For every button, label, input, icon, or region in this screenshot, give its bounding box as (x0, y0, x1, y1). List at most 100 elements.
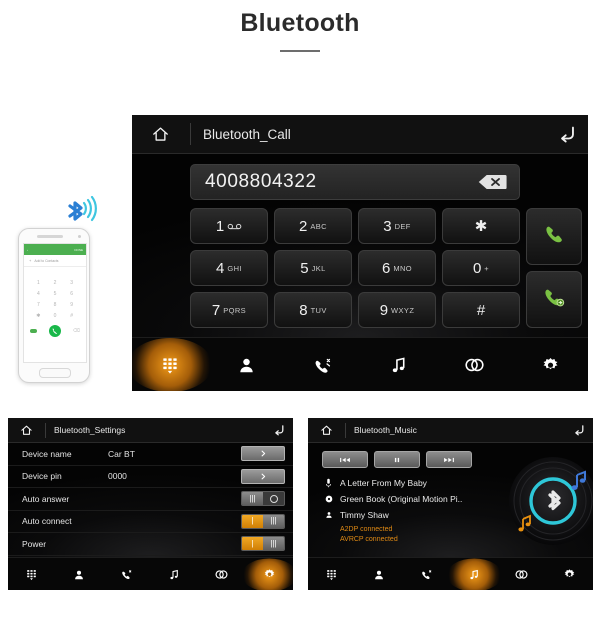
key-8[interactable]: 8 TUV (274, 292, 352, 328)
back-icon[interactable] (272, 423, 286, 437)
key-0[interactable]: 0 + (442, 250, 520, 286)
settings-tabbar (8, 557, 293, 590)
person-icon (324, 511, 333, 519)
tab-settings[interactable] (253, 564, 285, 586)
gear-icon (564, 569, 575, 578)
settings-row-auto-connect[interactable]: Auto connect | ||| (8, 511, 293, 533)
tab-settings[interactable] (525, 347, 575, 383)
phone-sim-indicator (29, 329, 37, 333)
dial-button[interactable] (526, 208, 582, 265)
tab-call-history[interactable] (411, 564, 443, 586)
toggle-bar-side: ||| (242, 492, 263, 506)
key-1[interactable]: 1 (190, 208, 268, 244)
row-label: Device name (22, 448, 72, 459)
chevron-right-icon[interactable] (241, 468, 285, 484)
phone-key: 5 (53, 291, 57, 297)
previous-icon (340, 457, 350, 462)
keypad-icon (27, 570, 37, 581)
tab-contacts[interactable] (221, 347, 271, 383)
number-display[interactable]: 4008804322 (190, 164, 520, 200)
avrcp-status: AVRCP connected (340, 535, 398, 543)
key-2[interactable]: 2 ABC (274, 208, 352, 244)
chevron-right-icon[interactable] (241, 446, 285, 462)
call-history-icon (315, 358, 330, 373)
phone-screen: ‹ DONE + Add to Contacts 1 2 3 4 5 6 7 8… (23, 243, 87, 363)
settings-row-device-pin[interactable]: Device pin 0000 (8, 466, 293, 488)
music-status: A2DP connected AVRCP connected (340, 525, 398, 544)
settings-body: Device name Car BT Device pin 0000 Auto … (8, 443, 293, 557)
music-note-icon (170, 569, 179, 579)
artist-name: Timmy Shaw (340, 510, 389, 520)
link-icon (515, 570, 528, 579)
title-divider (280, 49, 320, 52)
toggle-off-side: ||| (263, 537, 284, 551)
settings-row-auto-answer[interactable]: Auto answer ||| (8, 488, 293, 511)
tab-keypad[interactable] (16, 564, 48, 586)
phone-key: 3 (70, 280, 74, 286)
tab-music[interactable] (458, 564, 490, 586)
phone-camera (77, 234, 81, 238)
key-6[interactable]: 6 MNO (358, 250, 436, 286)
key-5[interactable]: 5 JKL (274, 250, 352, 286)
settings-row-device-name[interactable]: Device name Car BT (8, 443, 293, 466)
toggle-power[interactable]: | ||| (241, 536, 285, 552)
tab-contacts[interactable] (63, 564, 95, 586)
call-history-icon (122, 570, 132, 580)
tab-pair[interactable] (506, 564, 538, 586)
keypad-icon (327, 570, 337, 581)
key-star[interactable]: ✱ (442, 208, 520, 244)
call-topbar: Bluetooth_Call (132, 115, 588, 154)
tab-pair[interactable] (206, 564, 238, 586)
home-icon[interactable] (315, 424, 337, 437)
tab-keypad[interactable] (145, 347, 195, 383)
key-4[interactable]: 4 GHI (190, 250, 268, 286)
bluetooth-call-panel: Bluetooth_Call 4008804322 1 2 ABC 3 DEF … (132, 115, 588, 391)
backspace-icon[interactable] (475, 172, 509, 192)
back-icon[interactable] (556, 123, 578, 145)
music-note-icon (392, 357, 405, 372)
topbar-divider (190, 123, 191, 145)
key-digit: ✱ (474, 218, 488, 235)
tab-keypad[interactable] (316, 564, 348, 586)
call-transfer-button[interactable] (526, 271, 582, 328)
key-letters: DEF (394, 221, 411, 231)
toggle-auto-answer[interactable]: ||| (241, 491, 285, 507)
tab-contacts[interactable] (363, 564, 395, 586)
phone-key: # (70, 313, 74, 319)
topbar-divider (45, 422, 46, 438)
toggle-circle-side (263, 492, 284, 505)
key-3[interactable]: 3 DEF (358, 208, 436, 244)
music-metadata: A Letter From My Baby Green Book (Origin… (324, 475, 506, 523)
row-label: Auto connect (22, 516, 72, 527)
tab-call-history[interactable] (111, 564, 143, 586)
key-7[interactable]: 7 PQRS (190, 292, 268, 328)
phone-speaker (37, 235, 63, 238)
settings-row-power[interactable]: Power | ||| (8, 533, 293, 556)
page-header: Bluetooth (0, 0, 600, 60)
phone-key: 7 (36, 302, 40, 308)
gear-icon (264, 569, 275, 578)
home-icon[interactable] (142, 125, 178, 144)
bluetooth-music-panel: Bluetooth_Music A Letter From My Baby Gr… (308, 418, 593, 590)
bluetooth-settings-panel: Bluetooth_Settings Device name Car BT De… (8, 418, 293, 590)
tab-music[interactable] (373, 347, 423, 383)
tab-pair[interactable] (449, 347, 499, 383)
next-button[interactable] (426, 451, 472, 468)
home-icon[interactable] (15, 424, 37, 437)
phone-key: ✱ (36, 313, 41, 319)
tab-call-history[interactable] (297, 347, 347, 383)
track-title: A Letter From My Baby (340, 478, 427, 488)
phone-add-contact-row: + Add to Contacts (24, 255, 86, 267)
key-9[interactable]: 9 WXYZ (358, 292, 436, 328)
gear-icon (543, 357, 557, 369)
toggle-auto-connect[interactable]: | ||| (241, 513, 285, 529)
pause-button[interactable] (374, 451, 420, 468)
tab-settings[interactable] (553, 564, 585, 586)
back-icon[interactable] (572, 423, 586, 437)
person-icon (75, 570, 84, 579)
row-value: Car BT (108, 448, 135, 459)
phone-home-button (39, 368, 71, 378)
previous-button[interactable] (322, 451, 368, 468)
tab-music[interactable] (158, 564, 190, 586)
key-hash[interactable]: # (442, 292, 520, 328)
